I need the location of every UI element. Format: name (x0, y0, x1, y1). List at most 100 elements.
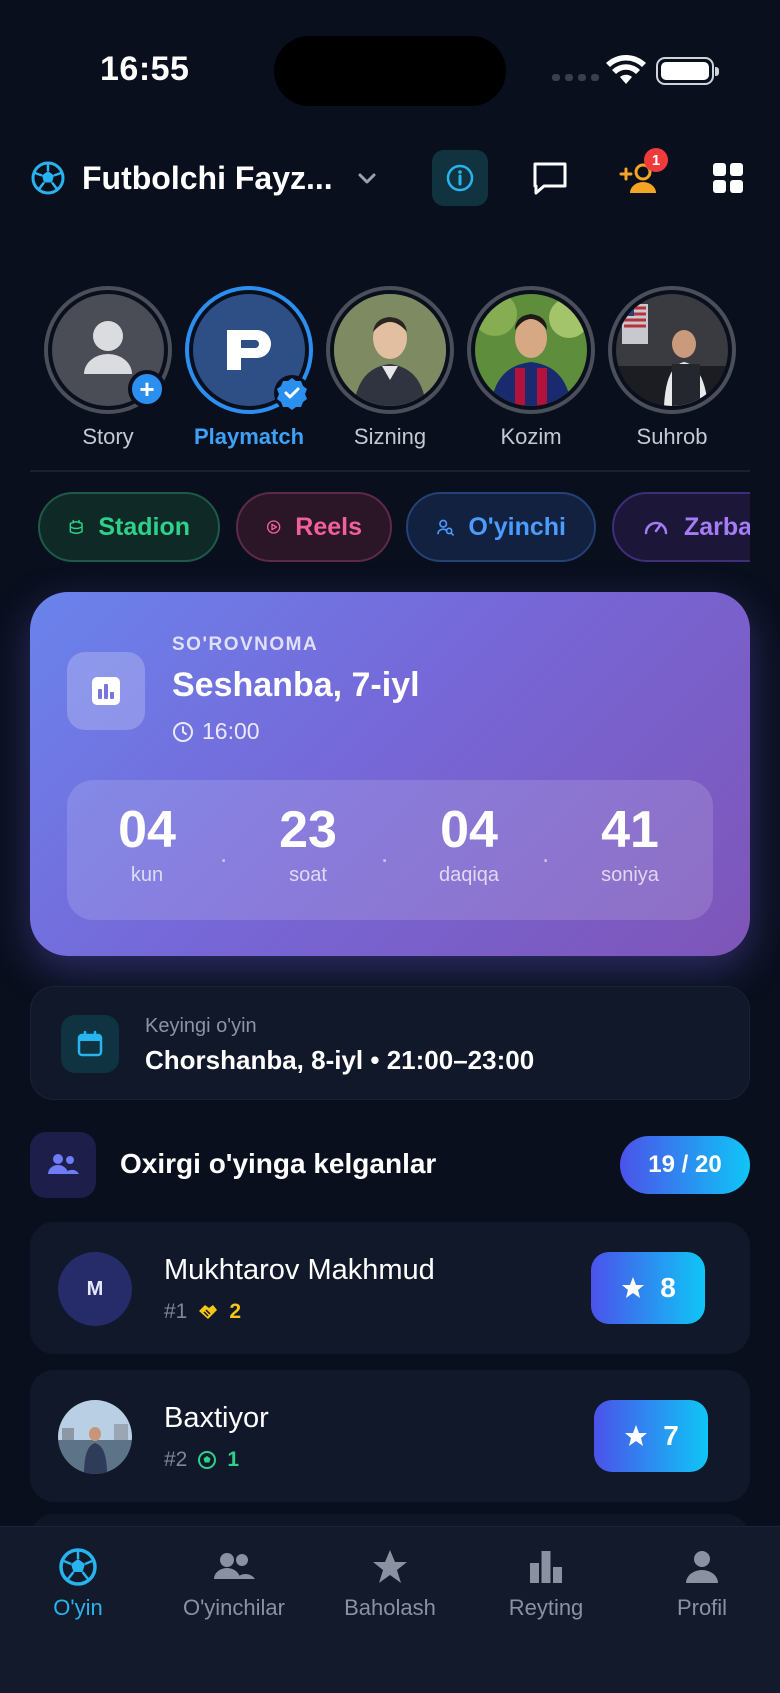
avatar-photo (475, 294, 587, 406)
player-score: 7 (663, 1420, 679, 1451)
attendance-icon-box (30, 1132, 96, 1198)
profile-icon (686, 1551, 718, 1583)
story-suhrob[interactable] (608, 286, 736, 414)
team-selector-title[interactable]: Futbolchi Fayz... (82, 160, 333, 197)
stadium-icon (69, 519, 83, 535)
avatar-photo (616, 294, 728, 406)
battery-icon (656, 57, 719, 85)
user-search-icon (437, 519, 454, 536)
tab-oyin[interactable]: O'yin (0, 1547, 156, 1621)
poll-time: 16:00 (172, 718, 260, 745)
star-icon (622, 1277, 645, 1298)
player-score-badge[interactable]: 8 (591, 1252, 705, 1324)
clock-icon (173, 721, 193, 742)
countdown-label: daqiqa (438, 864, 500, 886)
story-label: Playmatch (193, 424, 305, 449)
tab-label: O'yin (53, 1595, 103, 1620)
calendar-icon (77, 1030, 103, 1057)
countdown-days: 04 kun (82, 800, 212, 887)
tab-oyinchilar[interactable]: O'yinchilar (156, 1547, 312, 1621)
avatar-photo (58, 1400, 132, 1474)
story-label: Suhrob (636, 424, 708, 449)
speedometer-icon (644, 521, 668, 535)
chip-label: Reels (295, 512, 362, 541)
player-row[interactable]: Baxtiyor #2 1 7 (30, 1370, 750, 1502)
category-chips: Stadion Reels O'yinchi Zarba (38, 492, 750, 562)
countdown-seconds: 41 soniya (565, 800, 695, 887)
countdown-value: 23 (279, 801, 337, 859)
countdown-separator: . (220, 838, 228, 868)
countdown-value: 41 (601, 801, 659, 859)
next-game-label: Keyingi o'yin (145, 1015, 257, 1037)
story-label: Story (82, 424, 134, 449)
tab-label: Profil (676, 1595, 728, 1620)
countdown-label: soat (289, 864, 327, 886)
tab-reyting[interactable]: Reyting (468, 1547, 624, 1621)
player-rank: #2 (164, 1448, 188, 1471)
player-score-badge[interactable]: 7 (594, 1400, 708, 1472)
story-sizning[interactable] (326, 286, 454, 414)
football-icon (31, 161, 65, 195)
add-story-plus-icon[interactable]: + (128, 370, 166, 408)
next-game-icon-box (61, 1015, 119, 1073)
player-name: Mukhtarov Makhmud (164, 1254, 435, 1286)
status-time: 16:55 (100, 50, 190, 88)
countdown-separator: . (542, 838, 550, 868)
chip-zarba[interactable]: Zarba (612, 492, 750, 562)
cellular-signal-icon (552, 74, 599, 81)
story-playmatch[interactable] (185, 286, 313, 414)
poll-time-value: 16:00 (202, 718, 260, 744)
bottom-tab-bar: O'yin O'yinchilar Baholash Reyting Profi… (0, 1526, 780, 1693)
poll-card[interactable]: SO'ROVNOMA Seshanba, 7-iyl 16:00 04 kun … (30, 592, 750, 956)
countdown-value: 04 (118, 801, 176, 859)
chip-reels[interactable]: Reels (236, 492, 392, 562)
attendance-title: Oxirgi o'yinga kelganlar (120, 1148, 437, 1179)
tab-label: Baholash (344, 1595, 436, 1620)
chevron-down-icon[interactable] (354, 166, 380, 192)
info-button[interactable] (432, 150, 488, 206)
chat-button[interactable] (522, 150, 578, 206)
player-score: 8 (660, 1272, 676, 1303)
menu-grid-button[interactable] (700, 150, 756, 206)
story-kozim[interactable] (467, 286, 595, 414)
tab-label: O'yinchilar (182, 1595, 285, 1620)
player-name: Baxtiyor (164, 1402, 269, 1434)
notification-badge: 1 (644, 148, 668, 172)
chip-label: O'yinchi (468, 512, 566, 541)
countdown-timer: 04 kun . 23 soat . 04 daqiqa . 41 soniya (67, 780, 713, 920)
verified-badge-icon (274, 375, 310, 411)
chip-oyinchi[interactable]: O'yinchi (406, 492, 596, 562)
story-add-own[interactable]: + (44, 286, 172, 414)
story-label: Sizning (353, 424, 427, 449)
countdown-value: 04 (440, 801, 498, 859)
info-icon (446, 164, 474, 192)
chip-label: Stadion (98, 512, 190, 541)
countdown-hours: 23 soat (243, 800, 373, 887)
football-icon (59, 1548, 97, 1586)
avatar-photo (334, 294, 446, 406)
player-assists: 2 (229, 1300, 242, 1323)
divider (30, 470, 750, 472)
player-meta: #2 1 (164, 1448, 239, 1472)
play-circle-icon (266, 520, 281, 534)
player-goals: 1 (227, 1448, 240, 1471)
poll-icon-box (67, 652, 145, 730)
tab-label: Reyting (508, 1595, 584, 1620)
poll-kicker: SO'ROVNOMA (172, 634, 319, 655)
player-row[interactable]: M Mukhtarov Makhmud #1 2 8 (30, 1222, 750, 1354)
wifi-icon (606, 55, 646, 84)
tab-profil[interactable]: Profil (624, 1547, 780, 1621)
player-rank: #1 (164, 1300, 188, 1323)
bar-chart-icon (92, 677, 120, 705)
users-icon (214, 1553, 255, 1579)
countdown-separator: . (381, 838, 389, 868)
avatar: M (58, 1252, 132, 1326)
next-game-card[interactable]: Keyingi o'yin Chorshanba, 8-iyl • 21:00–… (30, 986, 750, 1100)
countdown-minutes: 04 daqiqa (404, 800, 534, 887)
poll-title: Seshanba, 7-iyl (172, 666, 420, 704)
star-icon (373, 1550, 407, 1583)
chip-stadion[interactable]: Stadion (38, 492, 220, 562)
chip-label: Zarba (684, 512, 750, 541)
attendance-count-badge: 19 / 20 (620, 1136, 750, 1194)
tab-baholash[interactable]: Baholash (312, 1547, 468, 1621)
